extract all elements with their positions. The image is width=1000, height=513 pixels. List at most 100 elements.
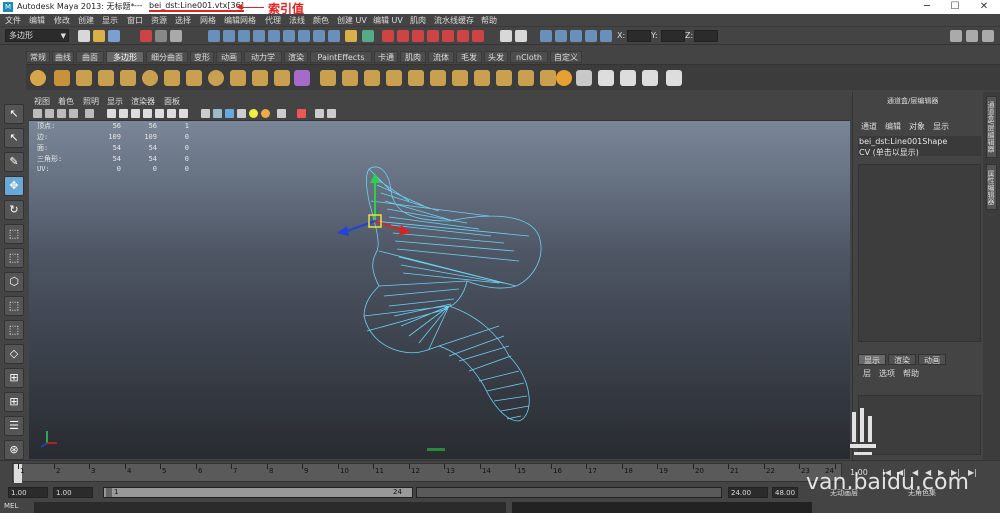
film-gate-icon[interactable] (119, 109, 128, 118)
shelf-tab-toon[interactable]: 卡通 (374, 51, 398, 63)
shelf-tab-custom[interactable]: 自定义 (550, 51, 582, 63)
shelf-tab-fur[interactable]: 毛发 (456, 51, 482, 63)
layout-graph-icon[interactable]: ⊛ (4, 440, 24, 460)
snap-grid-icon[interactable] (208, 30, 220, 42)
render-view-icon[interactable] (442, 30, 454, 42)
maximize-button[interactable]: ☐ (943, 0, 967, 14)
layer-tab-render[interactable]: 渲染 (888, 354, 916, 365)
shelf-tab-subdivs[interactable]: 细分曲面 (146, 51, 188, 63)
smooth-shade-icon[interactable] (213, 109, 222, 118)
poly-pyramid-icon[interactable] (186, 70, 202, 86)
layout-two-icon[interactable]: ⊞ (4, 392, 24, 412)
shelf-tab-painteffects[interactable]: PaintEffects (310, 51, 372, 63)
poly-cube-icon[interactable] (54, 70, 70, 86)
layout-outliner-icon[interactable]: ☰ (4, 416, 24, 436)
attribute-editor-toggle-icon[interactable] (966, 30, 978, 42)
close-button[interactable]: ✕ (972, 0, 996, 14)
menu-create-uvs[interactable]: 创建 UV (337, 15, 367, 26)
poly-extrude-icon[interactable] (408, 70, 424, 86)
batch-render-icon[interactable] (457, 30, 469, 42)
poly-platonic-icon[interactable] (294, 70, 310, 86)
layer-menu-options[interactable]: 选项 (879, 368, 895, 379)
rotate-tool-icon[interactable]: ↻ (4, 200, 24, 220)
shelf-tab-animation[interactable]: 动画 (216, 51, 242, 63)
inputs-icon[interactable] (298, 30, 310, 42)
shelf-tab-polygons[interactable]: 多边形 (106, 51, 144, 63)
paint-select-icon[interactable]: ✎ (4, 152, 24, 172)
shelf-tab-dynamics[interactable]: 动力学 (244, 51, 282, 63)
move-tool-icon[interactable]: ✥ (4, 176, 24, 196)
poly-cylinder-icon[interactable] (76, 70, 92, 86)
menu-mesh[interactable]: 网格 (200, 15, 216, 26)
mel-label[interactable]: MEL (4, 502, 18, 510)
camera-select-icon[interactable] (33, 109, 42, 118)
viewport-menu-lighting[interactable]: 照明 (83, 96, 99, 107)
menu-muscle[interactable]: 肌肉 (410, 15, 426, 26)
shelf-tab-general[interactable]: 常规 (26, 51, 50, 63)
wireframe-icon[interactable] (201, 109, 210, 118)
camera-attributes-icon[interactable] (45, 109, 54, 118)
menu-edit-uvs[interactable]: 编辑 UV (373, 15, 403, 26)
viewport-2-icon[interactable] (327, 109, 336, 118)
shelf-tab-deformation[interactable]: 变形 (190, 51, 214, 63)
snap-point-icon[interactable] (238, 30, 250, 42)
playback-end-field[interactable]: 24.00 (728, 487, 768, 498)
field-chart-icon[interactable] (155, 109, 164, 118)
cv-show-link[interactable]: CV (单击以显示) (859, 147, 919, 158)
menu-help[interactable]: 帮助 (481, 15, 497, 26)
poly-cone-icon[interactable] (98, 70, 114, 86)
shelf-tab-hair[interactable]: 头发 (484, 51, 508, 63)
poly-soccer-icon[interactable] (208, 70, 224, 86)
grid-icon[interactable] (107, 109, 116, 118)
poly-combine-icon[interactable] (274, 70, 290, 86)
layout-single-icon[interactable]: ◇ (4, 344, 24, 364)
poly-bevel-icon[interactable] (540, 70, 556, 86)
time-slider-track[interactable]: 1 2 3 4 5 6 7 8 9 10 11 12 13 14 15 16 1… (12, 463, 842, 483)
y-field[interactable] (661, 30, 685, 42)
xray-icon[interactable] (277, 109, 286, 118)
snap-curve-icon[interactable] (223, 30, 235, 42)
poly-pipe-icon[interactable] (230, 70, 246, 86)
layer-tab-display[interactable]: 显示 (858, 354, 886, 365)
make-live-icon[interactable] (268, 30, 280, 42)
select-component-icon[interactable] (170, 30, 182, 42)
shadows-icon[interactable] (261, 109, 270, 118)
cb-menu-show[interactable]: 显示 (933, 121, 949, 132)
poly-sphere-icon[interactable] (30, 70, 46, 86)
cb-menu-channels[interactable]: 通道 (861, 121, 877, 132)
outputs-icon[interactable] (313, 30, 325, 42)
menu-edit-mesh[interactable]: 编辑网格 (224, 15, 256, 26)
layer-tab-animation[interactable]: 动画 (918, 354, 946, 365)
menu-file[interactable]: 文件 (5, 15, 21, 26)
uv-editor-icon[interactable] (666, 70, 682, 86)
relative-transform-icon[interactable] (515, 30, 527, 42)
viewport-menu-show[interactable]: 显示 (107, 96, 123, 107)
range-slider[interactable]: 1 24 (103, 487, 413, 498)
menu-display[interactable]: 显示 (102, 15, 118, 26)
poly-prism-icon[interactable] (164, 70, 180, 86)
textured-icon[interactable] (237, 109, 246, 118)
ipr-render-icon[interactable] (397, 30, 409, 42)
gate-mask-icon[interactable] (143, 109, 152, 118)
xform-icon-1[interactable] (540, 30, 552, 42)
shelf-tab-muscle[interactable]: 肌肉 (400, 51, 426, 63)
polygon-mesh[interactable] (29, 121, 850, 459)
layer-menu-layers[interactable]: 层 (863, 368, 871, 379)
safe-action-icon[interactable] (167, 109, 176, 118)
history-icon[interactable] (283, 30, 295, 42)
poly-append-icon[interactable] (452, 70, 468, 86)
menu-select[interactable]: 选择 (175, 15, 191, 26)
poly-bridge-icon[interactable] (430, 70, 446, 86)
resolution-gate-icon[interactable] (131, 109, 140, 118)
sculpt-icon[interactable] (556, 70, 572, 86)
lasso-tool-icon[interactable]: ↖ (4, 128, 24, 148)
perspective-viewport[interactable]: 顶点: 56 56 1 边: 109 109 0 面: 54 54 0 三角形: 54 54 0 UV:… (29, 121, 850, 459)
uv-cylindrical-icon[interactable] (598, 70, 614, 86)
mel-input[interactable] (34, 502, 506, 513)
animation-end-field[interactable]: 48.00 (772, 487, 798, 498)
wireframe-on-shaded-icon[interactable] (225, 109, 234, 118)
menu-assets[interactable]: 资源 (151, 15, 167, 26)
side-tab-attribute-editor[interactable]: 属性编辑器 (986, 164, 997, 210)
viewport-menu-shading[interactable]: 着色 (58, 96, 74, 107)
layout-four-icon[interactable]: ⊞ (4, 368, 24, 388)
